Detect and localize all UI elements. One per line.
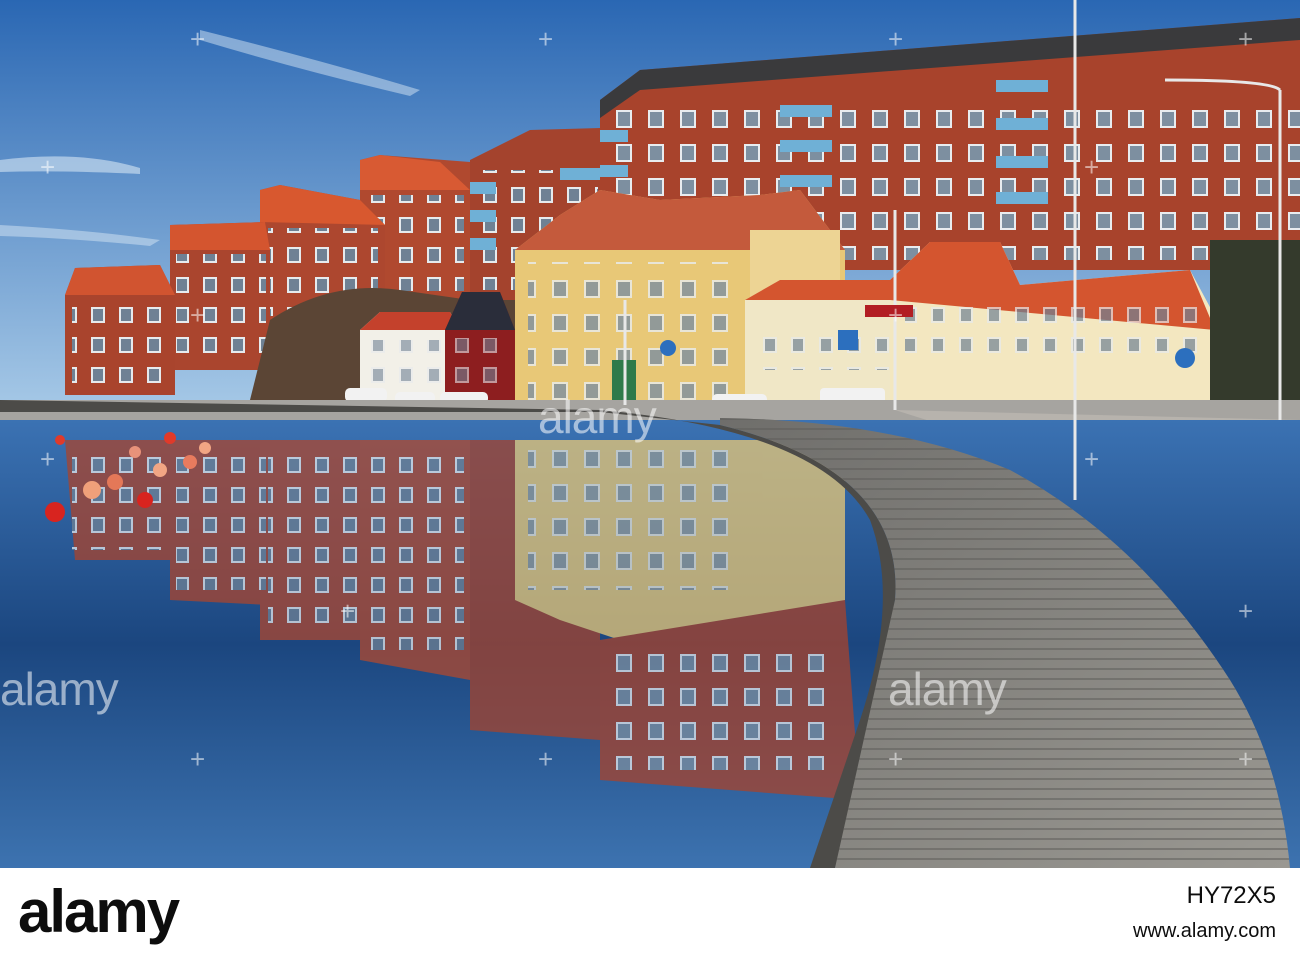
sign-red [865, 305, 913, 317]
site-url[interactable]: www.alamy.com [1133, 920, 1276, 943]
sign-crossing [838, 330, 858, 350]
footer-bar: alamy HY72X5 www.alamy.com [0, 868, 1300, 958]
harbour-photo [0, 0, 1300, 868]
image-id: HY72X5 [1186, 882, 1276, 909]
photo-scene: alamy alamy alamy + + + + + + + + + + + … [0, 0, 1300, 958]
sign-round [660, 340, 676, 356]
alamy-logo: alamy [18, 878, 180, 945]
sign-round [1175, 348, 1195, 368]
